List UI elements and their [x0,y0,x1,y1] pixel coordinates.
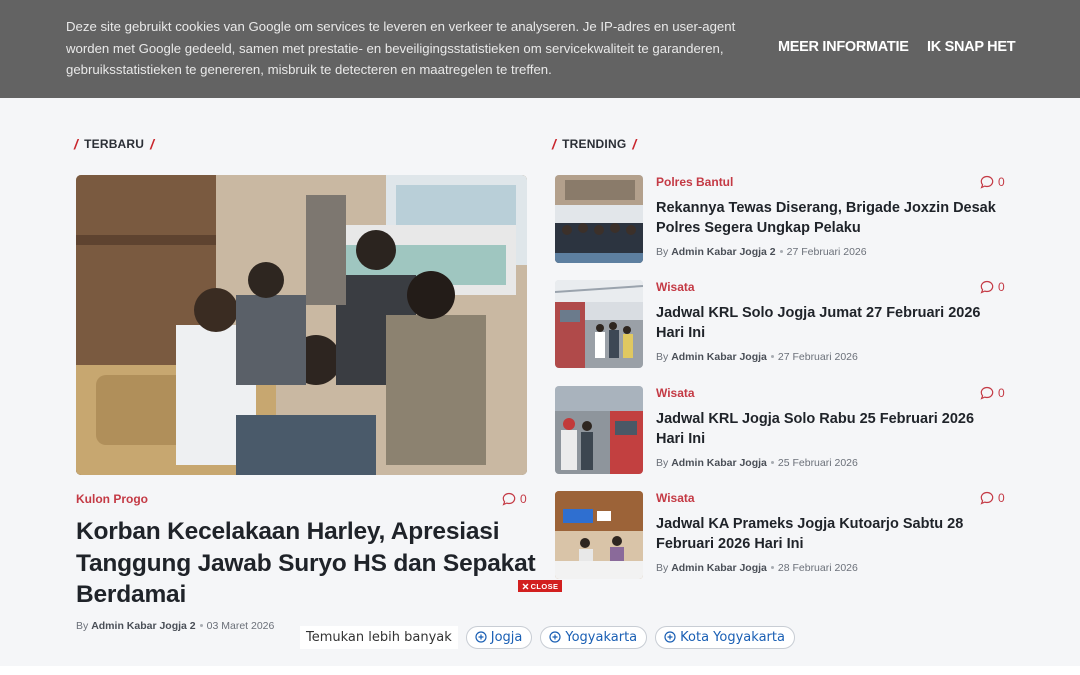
trending-article-title[interactable]: Jadwal KRL Jogja Solo Rabu 25 Februari 2… [656,410,1001,449]
trending-comment-count[interactable]: 0 [980,175,1005,189]
article-author-link[interactable]: Admin Kabar Jogja 2 [671,246,775,258]
close-x-icon [522,583,529,589]
comment-count-value: 0 [998,280,1005,294]
search-chip-kota-yogyakarta[interactable]: Kota Yogyakarta [655,625,795,649]
section-title-latest: TERBARU [84,137,145,151]
byline-prefix: By [656,351,669,363]
chip-label: Yogyakarta [565,629,638,645]
heading-slash-decor: / [74,136,79,152]
related-search-bar: Temukan lebih banyak Jogja Yogyakarta Ko… [300,624,795,650]
find-more-label: Temukan lebih banyak [300,625,458,649]
meta-separator [199,624,203,627]
article-date: 03 Maret 2026 [206,620,275,632]
trending-article-title[interactable]: Jadwal KRL Solo Jogja Jumat 27 Februari … [656,304,1001,343]
comment-bubble-icon [502,492,516,506]
heading-slash-decor: / [552,136,557,152]
trending-comment-count[interactable]: 0 [980,280,1005,294]
trending-comment-count[interactable]: 0 [980,491,1005,505]
meta-separator [770,566,774,569]
trending-article-title[interactable]: Jadwal KA Prameks Jogja Kutoarjo Sabtu 2… [656,515,1001,554]
heading-slash-decor: / [150,136,155,152]
trending-article-meta: By Admin Kabar Jogja 25 Februari 2026 [656,457,858,469]
plus-circle-icon [549,631,561,643]
article-author-link[interactable]: Admin Kabar Jogja [671,562,767,574]
ad-close-label: CLOSE [530,581,559,591]
byline-prefix: By [76,620,89,632]
meta-separator [770,355,774,358]
comment-bubble-icon [980,386,994,400]
comment-count-value: 0 [998,386,1005,400]
plus-circle-icon [475,631,487,643]
trending-comment-count[interactable]: 0 [980,386,1005,400]
comment-bubble-icon [980,175,994,189]
featured-article-title[interactable]: Korban Kecelakaan Harley, Apresiasi Tang… [76,516,536,611]
more-info-button[interactable]: Meer informatie [778,39,909,55]
article-author-link[interactable]: Admin Kabar Jogja [671,351,767,363]
section-heading-trending: / TRENDING / [546,136,642,152]
comment-count-value: 0 [520,492,527,506]
ad-close-button[interactable]: CLOSE [518,580,562,592]
trending-category-link[interactable]: Wisata [656,491,695,505]
article-date: 25 Februari 2026 [777,457,858,469]
byline-prefix: By [656,457,669,469]
cookie-banner: Deze site gebruikt cookies van Google om… [0,0,1080,98]
featured-comment-count[interactable]: 0 [502,492,527,506]
accept-cookies-button[interactable]: Ik snap het [927,39,1016,55]
bottom-strip [0,666,1080,675]
article-author-link[interactable]: Admin Kabar Jogja 2 [91,620,195,632]
trending-thumbnail[interactable] [555,280,643,368]
meta-separator [770,461,774,464]
featured-article-image[interactable] [76,175,527,475]
cookie-notice-text: Deze site gebruikt cookies van Google om… [66,19,736,77]
comment-count-value: 0 [998,175,1005,189]
comment-bubble-icon [980,491,994,505]
trending-thumbnail[interactable] [555,386,643,474]
byline-prefix: By [656,562,669,574]
article-date: 27 Februari 2026 [786,246,867,258]
featured-category-link[interactable]: Kulon Progo [76,492,148,506]
trending-article-meta: By Admin Kabar Jogja 2 27 Februari 2026 [656,246,867,258]
article-author-link[interactable]: Admin Kabar Jogja [671,457,767,469]
byline-prefix: By [656,246,669,258]
search-chip-yogyakarta[interactable]: Yogyakarta [540,625,648,649]
trending-thumbnail[interactable] [555,491,643,579]
section-title-trending: TRENDING [562,137,627,151]
section-heading-latest: / TERBARU / [68,136,160,152]
article-date: 27 Februari 2026 [777,351,858,363]
trending-category-link[interactable]: Wisata [656,280,695,294]
trending-category-link[interactable]: Polres Bantul [656,175,733,189]
article-date: 28 Februari 2026 [777,562,858,574]
plus-circle-icon [664,631,676,643]
featured-article-meta: By Admin Kabar Jogja 2 03 Maret 2026 [76,620,274,632]
trending-article-meta: By Admin Kabar Jogja 27 Februari 2026 [656,351,858,363]
trending-thumbnail[interactable] [555,175,643,263]
chip-label: Jogja [490,629,523,645]
comment-count-value: 0 [998,491,1005,505]
trending-category-link[interactable]: Wisata [656,386,695,400]
trending-article-title[interactable]: Rekannya Tewas Diserang, Brigade Joxzin … [656,199,1001,238]
trending-article-meta: By Admin Kabar Jogja 28 Februari 2026 [656,562,858,574]
comment-bubble-icon [980,280,994,294]
chip-label: Kota Yogyakarta [680,629,785,645]
meta-separator [779,250,783,253]
search-chip-jogja[interactable]: Jogja [465,625,533,649]
heading-slash-decor: / [632,136,637,152]
